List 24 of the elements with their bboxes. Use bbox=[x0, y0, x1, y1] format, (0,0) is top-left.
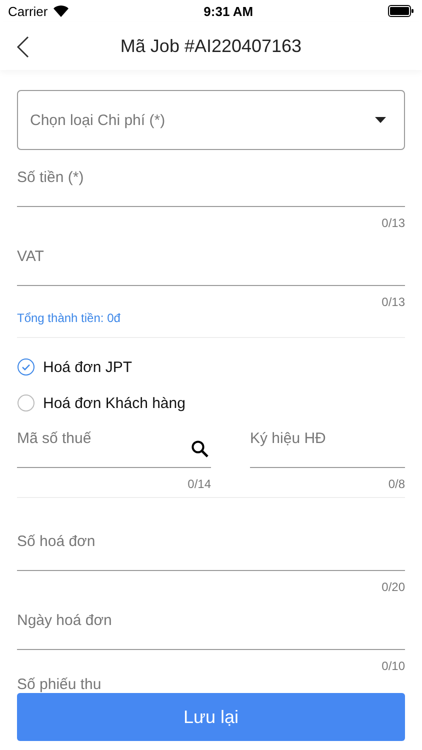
invoice-type-radio[interactable]: Hoá đơn Khách hàng bbox=[17, 392, 186, 414]
expense-type-dropdown[interactable]: Chọn loại Chi phí (*) bbox=[17, 90, 405, 150]
carrier-label: Carrier bbox=[8, 4, 48, 18]
invoice-type-radio[interactable]: Hoá đơn JPT bbox=[17, 356, 132, 378]
character-counter: 0/20 bbox=[382, 579, 405, 595]
input-field[interactable]: Ký hiệu HĐ bbox=[250, 424, 405, 468]
input-field[interactable]: Mã số thuế bbox=[17, 424, 211, 468]
character-counter: 0/13 bbox=[382, 215, 405, 231]
receipt-number-label: Số phiếu thu bbox=[17, 676, 102, 693]
input-field[interactable]: Số hoá đơn bbox=[17, 527, 405, 571]
page-title: Mã Job #AI220407163 bbox=[120, 36, 302, 56]
input-field[interactable]: VAT bbox=[17, 242, 405, 286]
total-amount-text: Tổng thành tiền: 0đ bbox=[17, 310, 405, 338]
search-button[interactable] bbox=[191, 440, 209, 458]
character-counter: 0/8 bbox=[388, 476, 405, 492]
caret-icon bbox=[375, 117, 386, 123]
character-counter: 0/14 bbox=[188, 476, 211, 492]
wifi-icon bbox=[52, 5, 69, 17]
input-field[interactable]: Số tiền (*) bbox=[17, 163, 405, 207]
battery-icon bbox=[388, 5, 414, 17]
character-counter: 0/10 bbox=[382, 658, 405, 674]
input-field[interactable]: Ngày hoá đơn bbox=[17, 606, 405, 650]
character-counter: 0/13 bbox=[382, 294, 405, 310]
clock-time: 9:31 AM bbox=[204, 4, 254, 18]
